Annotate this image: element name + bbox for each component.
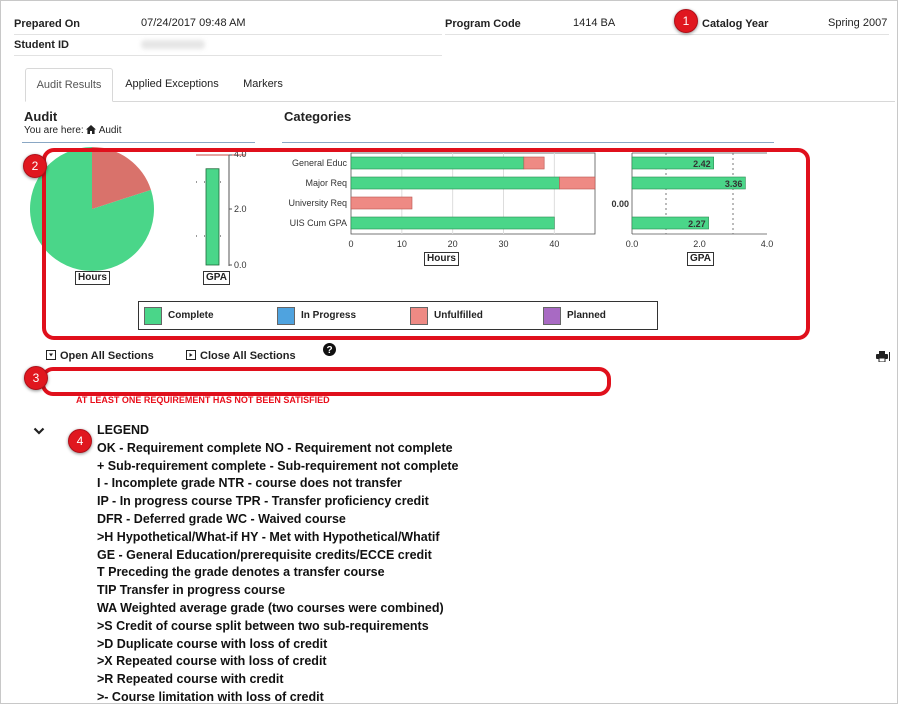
legend-line: I - Incomplete grade NTR - course does n… (97, 476, 402, 491)
legend-line: TIP Transfer in progress course (97, 583, 286, 598)
legend-line: >D Duplicate course with loss of credit (97, 636, 328, 651)
audit-title: Audit (24, 109, 58, 124)
header-divider (14, 55, 442, 56)
legend-line: WA Weighted average grade (two courses w… (97, 600, 444, 615)
callout-2: 2 (23, 154, 47, 178)
legend-line: >R Repeated course with credit (97, 672, 284, 687)
legend-line: + Sub-requirement complete - Sub-require… (97, 458, 459, 473)
legend-line: OK - Requirement complete NO - Requireme… (97, 440, 453, 455)
help-icon[interactable]: ? (323, 343, 336, 356)
open-all-sections[interactable]: Open All Sections (46, 350, 154, 362)
legend-line: >- Course limitation with loss of credit (97, 689, 324, 704)
legend-line: >S Credit of course split between two su… (97, 618, 429, 633)
audit-tabs: Audit Results Applied Exceptions Markers (25, 68, 895, 102)
header-divider (14, 34, 442, 35)
legend-line: DFR - Deferred grade WC - Waived course (97, 511, 346, 526)
expand-square-icon (46, 350, 56, 361)
audit-page: Prepared On 07/24/2017 09:48 AM Program … (0, 0, 898, 704)
home-icon (86, 125, 97, 134)
print-icon[interactable] (876, 351, 890, 362)
categories-title: Categories (284, 109, 352, 124)
catalog-year-label: Catalog Year (702, 18, 769, 30)
tab-markers[interactable]: Markers (235, 68, 291, 100)
chevron-down-icon[interactable] (33, 427, 45, 436)
prepared-on-label: Prepared On (14, 18, 81, 30)
charts-highlight (42, 148, 810, 340)
legend-line: >H Hypothetical/What-if HY - Met with Hy… (97, 529, 440, 544)
close-all-label: Close All Sections (200, 350, 296, 362)
program-code-label: Program Code (445, 18, 521, 30)
open-all-label: Open All Sections (60, 350, 154, 362)
header-divider (445, 34, 889, 35)
requirement-warning: AT LEAST ONE REQUIREMENT HAS NOT BEEN SA… (76, 395, 330, 405)
prepared-on-value: 07/24/2017 09:48 AM (141, 17, 246, 29)
student-id-value-redacted (141, 40, 205, 49)
legend-line: GE - General Education/prerequisite cred… (97, 547, 432, 562)
callout-4: 4 (68, 429, 92, 453)
student-id-label: Student ID (14, 39, 69, 51)
catalog-year-value: Spring 2007 (828, 17, 888, 29)
callout-1: 1 (674, 9, 698, 33)
warning-highlight (41, 367, 611, 396)
close-all-sections[interactable]: Close All Sections (186, 350, 296, 362)
legend-title: LEGEND (97, 423, 150, 437)
legend-line: T Preceding the grade denotes a transfer… (97, 565, 385, 580)
program-code-value: 1414 BA (573, 17, 616, 29)
callout-3: 3 (24, 366, 48, 390)
tab-applied-exceptions[interactable]: Applied Exceptions (117, 68, 227, 100)
legend-section: LEGEND OK - Requirement complete NO - Re… (97, 422, 459, 704)
legend-line: IP - In progress course TPR - Transfer p… (97, 494, 429, 509)
legend-lines: OK - Requirement complete NO - Requireme… (97, 440, 459, 704)
breadcrumb: You are here: Audit (24, 125, 122, 136)
breadcrumb-prefix: You are here: (24, 125, 84, 136)
svg-text:?: ? (326, 345, 332, 356)
collapse-square-icon (186, 350, 196, 361)
legend-line: >X Repeated course with loss of credit (97, 654, 327, 669)
breadcrumb-audit-link[interactable]: Audit (99, 125, 122, 136)
tab-audit-results[interactable]: Audit Results (25, 68, 113, 102)
